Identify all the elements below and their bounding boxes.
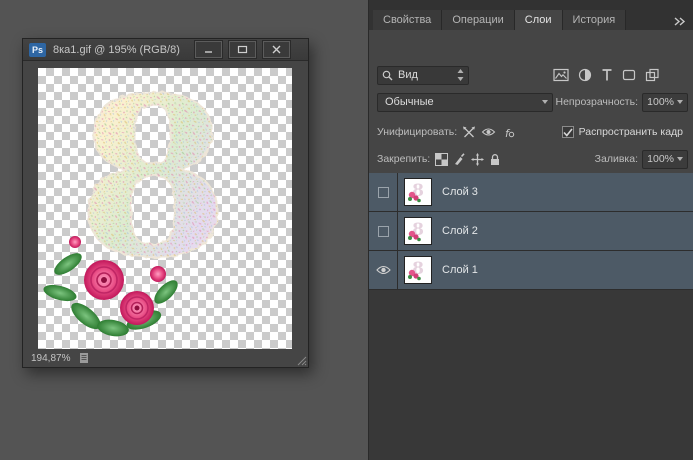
visibility-toggle[interactable] (369, 251, 398, 289)
filter-pixel-layers-icon[interactable] (553, 68, 569, 82)
photoshop-workspace: Ps 8ка1.gif @ 195% (RGB/8) (0, 0, 693, 460)
resize-grip[interactable] (297, 356, 307, 366)
layer-thumbnail[interactable]: 8 (405, 257, 431, 283)
close-button[interactable] (263, 41, 290, 58)
filter-kind-label: Вид (398, 69, 418, 81)
propagate-checkbox[interactable] (562, 126, 574, 138)
close-icon (271, 45, 282, 54)
blend-opacity-row: Обычные Непрозрачность: 100% (369, 91, 693, 113)
opacity-value-text: 100% (647, 96, 674, 108)
tab-properties[interactable]: Свойства (373, 10, 442, 30)
layers-panel-body: Вид (369, 30, 693, 460)
layer-row[interactable]: 8 Слой 3 (369, 173, 693, 212)
filter-kind-select[interactable]: Вид (377, 66, 469, 85)
unify-row: Унифицировать: f Распространить кадр (369, 122, 693, 142)
layer-thumbnail[interactable]: 8 (405, 218, 431, 244)
layers-panel: Свойства Операции Слои История Вид (368, 0, 693, 460)
select-spinner-icon (457, 69, 464, 81)
canvas[interactable]: 8 8 (38, 68, 292, 350)
hidden-indicator (378, 226, 389, 237)
tab-actions[interactable]: Операции (442, 10, 514, 30)
fill-value-text: 100% (647, 153, 674, 165)
lock-fill-row: Закрепить: Заливка: 100% (369, 149, 693, 169)
filter-adjustment-layers-icon[interactable] (578, 68, 592, 82)
blend-mode-select[interactable]: Обычные (377, 93, 553, 112)
search-icon (382, 70, 393, 81)
fill-value[interactable]: 100% (642, 150, 688, 169)
panel-tabstrip: Свойства Операции Слои История (369, 0, 693, 30)
checkmark-icon (563, 128, 573, 137)
lock-position-icon[interactable] (471, 153, 484, 166)
opacity-value[interactable]: 100% (642, 93, 688, 112)
propagate-label: Распространить кадр (579, 126, 683, 138)
blend-mode-value: Обычные (385, 96, 434, 108)
layer-row[interactable]: 8 Слой 2 (369, 212, 693, 251)
document-title: 8ка1.gif @ 195% (RGB/8) (53, 44, 195, 56)
document-window[interactable]: Ps 8ка1.gif @ 195% (RGB/8) (22, 38, 309, 368)
lock-pixels-icon[interactable] (453, 153, 466, 166)
thumbnail-art: 8 (405, 179, 429, 203)
filter-shape-layers-icon[interactable] (622, 68, 636, 82)
unify-visibility-icon[interactable] (481, 126, 496, 138)
doc-info-icon[interactable] (78, 352, 90, 364)
document-titlebar[interactable]: Ps 8ка1.gif @ 195% (RGB/8) (23, 39, 308, 61)
layers-list: 8 Слой 3 8 Слой 2 (369, 173, 693, 460)
window-controls (195, 41, 290, 58)
thumbnail-art: 8 (405, 257, 429, 281)
document-canvas-area: 8 8 (23, 61, 308, 349)
collapse-panels-chevrons-icon[interactable] (674, 13, 686, 31)
fill-label: Заливка: (595, 153, 638, 165)
layer-thumbnail[interactable]: 8 (405, 179, 431, 205)
chevron-down-icon (677, 157, 683, 161)
canvas-artwork: 8 8 (38, 68, 292, 350)
tab-history[interactable]: История (563, 10, 627, 30)
filter-smart-objects-icon[interactable] (645, 68, 659, 82)
unify-label: Унифицировать: (377, 126, 457, 138)
minimize-icon (203, 45, 214, 54)
lock-label: Закрепить: (377, 153, 430, 165)
lock-transparency-icon[interactable] (435, 153, 448, 166)
hidden-indicator (378, 187, 389, 198)
chevron-down-icon (542, 100, 548, 104)
chevron-down-icon (677, 100, 683, 104)
panel-tabs: Свойства Операции Слои История (373, 10, 626, 30)
visibility-toggle[interactable] (369, 173, 398, 211)
tab-layers[interactable]: Слои (515, 10, 563, 30)
visibility-eye-icon (376, 265, 391, 275)
filter-type-layers-icon[interactable] (601, 68, 613, 82)
maximize-button[interactable] (229, 41, 256, 58)
layer-name: Слой 1 (442, 264, 478, 276)
opacity-label: Непрозрачность: (556, 96, 639, 108)
document-statusbar: 194,87% (23, 349, 308, 367)
layer-row[interactable]: 8 Слой 1 (369, 251, 693, 290)
layer-name: Слой 2 (442, 225, 478, 237)
layer-name: Слой 3 (442, 186, 478, 198)
lock-all-icon[interactable] (489, 153, 501, 166)
layer-filter-row: Вид (369, 63, 693, 87)
minimize-button[interactable] (195, 41, 222, 58)
photoshop-app-icon: Ps (29, 43, 46, 57)
maximize-icon (237, 45, 248, 54)
visibility-toggle[interactable] (369, 212, 398, 250)
thumbnail-art: 8 (405, 218, 429, 242)
unify-style-icon[interactable]: f (501, 126, 515, 139)
unify-position-icon[interactable] (462, 126, 476, 139)
zoom-level[interactable]: 194,87% (31, 353, 70, 364)
